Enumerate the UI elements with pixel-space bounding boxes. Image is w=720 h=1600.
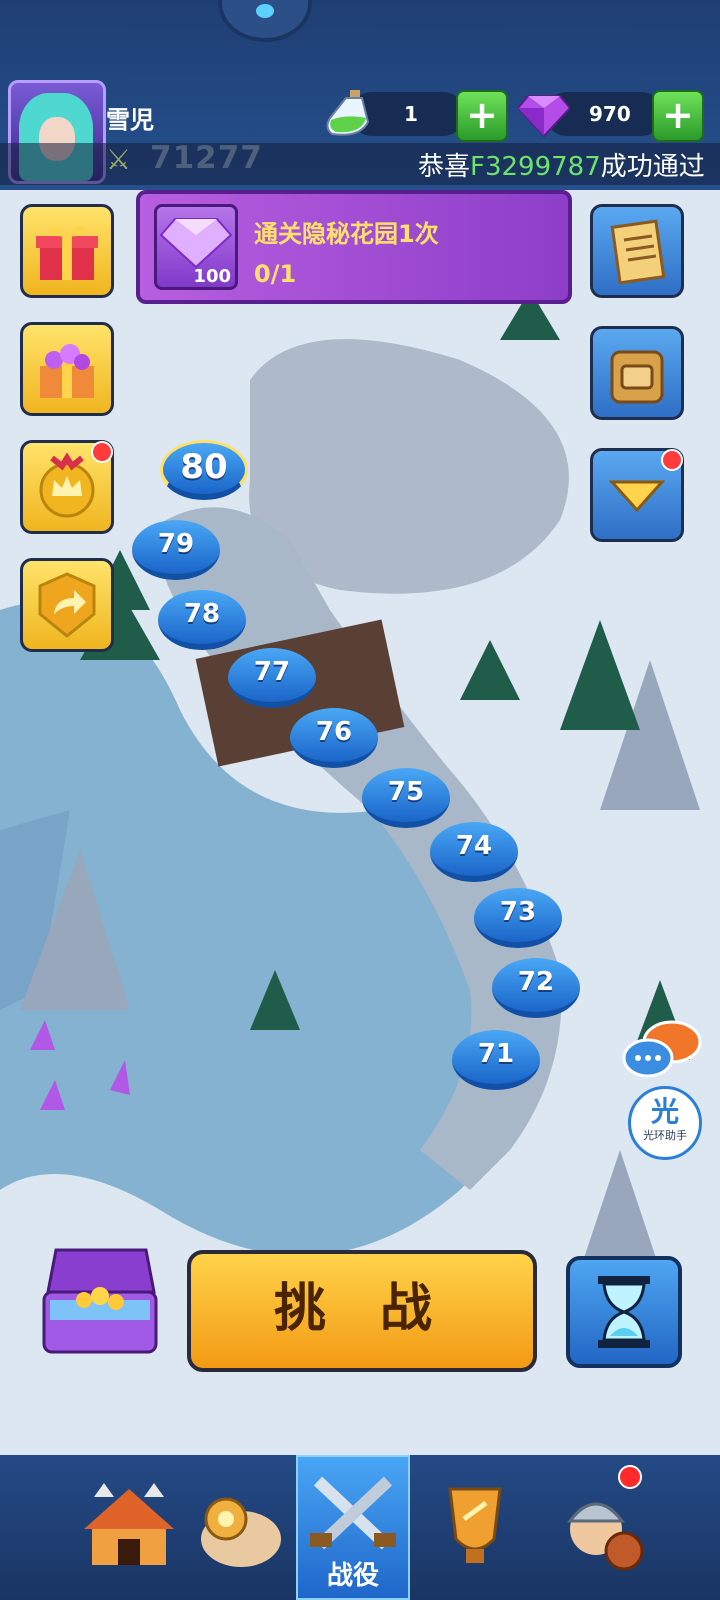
nav-base-icon[interactable] — [74, 1469, 184, 1589]
level-node-72[interactable]: 72 — [492, 958, 580, 1018]
helper-glyph: 光 — [650, 1095, 679, 1128]
quest-reward-count: 100 — [193, 266, 231, 287]
level-node-79[interactable]: 79 — [132, 520, 220, 580]
quest-banner[interactable]: 100 通关隐秘花园1次 0/1 — [136, 190, 572, 304]
treasure-chest-icon[interactable] — [34, 1240, 166, 1360]
gem-count: 970 — [589, 102, 631, 126]
crossed-swords-icon: ⚔ — [106, 143, 132, 176]
chevron-down-icon — [608, 480, 666, 513]
level-node-74[interactable]: 74 — [430, 822, 518, 882]
ticker-player-code: F3299787 — [470, 152, 601, 182]
level-node-80[interactable]: 80 — [160, 440, 248, 500]
gem-icon — [518, 95, 570, 138]
rank-button[interactable] — [20, 440, 114, 534]
helper-button[interactable]: 光 光环助手 — [628, 1086, 702, 1160]
share-button[interactable] — [20, 558, 114, 652]
gift-button[interactable] — [20, 204, 114, 298]
pet-icon[interactable] — [218, 0, 312, 42]
ticker-prefix: 恭喜 — [418, 152, 471, 182]
level-node-71[interactable]: 71 — [452, 1030, 540, 1090]
backpack-button[interactable] — [590, 326, 684, 420]
challenge-button[interactable]: 挑 战 — [187, 1250, 537, 1372]
level-node-75[interactable]: 75 — [362, 768, 450, 828]
add-potion-button[interactable]: + — [456, 90, 508, 142]
crown-medal-icon — [39, 452, 95, 518]
potion-icon — [326, 90, 370, 136]
power-display: ⚔ 71277 — [106, 140, 366, 180]
nav-hero-icon[interactable] — [546, 1469, 656, 1589]
helper-label: 光环助手 — [643, 1129, 687, 1142]
chat-bubble-icon[interactable] — [622, 1018, 702, 1082]
ticker-text: 恭喜F3299787成功通过 — [418, 146, 705, 183]
notes-button[interactable] — [590, 204, 684, 298]
add-gem-button[interactable]: + — [652, 90, 704, 142]
gem-pack-button[interactable] — [20, 322, 114, 416]
power-value: 71277 — [150, 140, 263, 176]
player-name: 雪児 — [106, 106, 154, 134]
quest-reward: 100 — [154, 204, 238, 290]
nav-campaign-label: 战役 — [326, 1561, 379, 1591]
expand-menu-button[interactable] — [590, 448, 684, 542]
menu-notification-badge — [661, 449, 683, 471]
gift-box-icon — [36, 226, 98, 280]
level-node-77[interactable]: 77 — [228, 648, 316, 708]
level-node-73[interactable]: 73 — [474, 888, 562, 948]
bottom-navigation: 战役 — [0, 1455, 720, 1600]
gem-chest-icon — [40, 344, 94, 398]
share-shield-icon — [38, 572, 96, 638]
notepad-icon — [610, 219, 666, 285]
quest-title: 通关隐秘花园1次 — [254, 220, 439, 248]
gem-icon — [159, 218, 233, 269]
hourglass-icon — [598, 1276, 650, 1348]
backpack-icon — [610, 350, 664, 404]
nav-campaign-tab[interactable]: 战役 — [296, 1455, 410, 1600]
idle-reward-button[interactable] — [566, 1256, 682, 1368]
rank-notification-badge — [91, 441, 113, 463]
level-node-78[interactable]: 78 — [158, 590, 246, 650]
crossed-swords-icon — [310, 1476, 396, 1550]
ticker-suffix: 成功通过 — [600, 152, 705, 182]
nav-pet-icon[interactable] — [186, 1469, 296, 1589]
nav-guild-icon[interactable] — [420, 1469, 530, 1589]
potion-count: 1 — [404, 102, 418, 126]
quest-progress: 0/1 — [254, 260, 297, 288]
top-bar: 雪児 恭喜F3299787成功通过 ⚔ 71277 1 + 970 + — [0, 0, 720, 190]
level-node-76[interactable]: 76 — [290, 708, 378, 768]
hero-notification-badge — [618, 1465, 642, 1489]
